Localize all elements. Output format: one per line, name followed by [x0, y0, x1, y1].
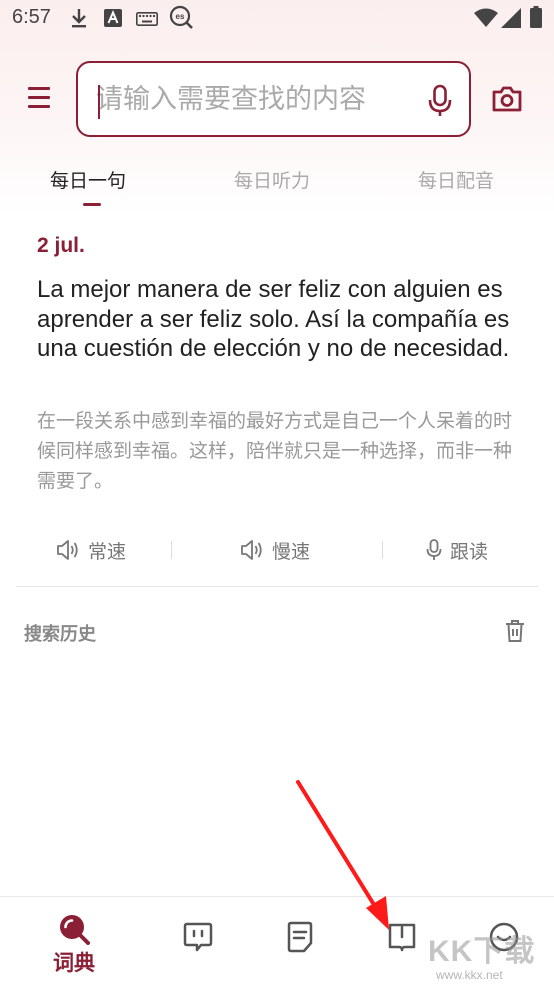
menu-icon-bar-bottom	[28, 105, 50, 108]
tab-daily-listening[interactable]: 每日听力	[234, 166, 310, 193]
menu-button[interactable]	[26, 84, 54, 112]
section-divider	[16, 586, 538, 587]
tab-daily-dubbing[interactable]: 每日配音	[418, 166, 494, 193]
text-a-icon	[104, 9, 122, 27]
read-along-label: 跟读	[450, 540, 489, 563]
nav-notes[interactable]	[260, 897, 340, 984]
keyboard-icon	[136, 12, 158, 26]
menu-icon-bar-top	[28, 87, 50, 90]
camera-icon[interactable]	[491, 85, 523, 113]
speaker-icon	[241, 540, 262, 560]
document-icon	[287, 921, 313, 953]
daily-sentence-chinese: 在一段关系中感到幸福的最好方式是自己一个人呆着的时候同样感到幸福。这样，陪伴就只…	[37, 410, 513, 492]
active-tab-indicator	[83, 203, 101, 206]
svg-text:es: es	[176, 12, 185, 21]
daily-date: 2 jul.	[37, 234, 85, 257]
nav-chat[interactable]	[158, 897, 238, 984]
speaker-icon	[57, 540, 78, 560]
action-separator	[171, 541, 172, 559]
nav-reading[interactable]	[362, 897, 442, 984]
text-cursor	[98, 85, 100, 119]
wifi-icon	[474, 8, 498, 27]
es-search-icon: es	[169, 5, 193, 29]
search-history-title: 搜索历史	[24, 624, 96, 645]
book-icon	[388, 923, 416, 952]
mic-icon	[426, 539, 442, 560]
mic-icon[interactable]	[427, 84, 453, 118]
search-box[interactable]	[76, 61, 471, 137]
bottom-navigation: 词典	[0, 896, 554, 984]
trash-icon[interactable]	[504, 619, 526, 643]
tab-bar: 每日一句 每日听力 每日配音	[0, 162, 554, 208]
nav-dictionary-label: 词典	[53, 951, 95, 975]
search-input[interactable]	[96, 77, 396, 121]
daily-sentence-spanish: La mejor manera de ser feliz con alguien…	[37, 276, 510, 362]
playback-actions: 常速 慢速 跟读	[0, 530, 554, 570]
status-time: 6:57	[12, 6, 51, 28]
nav-profile[interactable]	[464, 897, 544, 984]
dictionary-search-icon	[60, 915, 90, 945]
action-separator	[382, 541, 383, 559]
slow-speed-button[interactable]: 慢速	[240, 530, 310, 570]
slow-speed-label: 慢速	[272, 540, 311, 563]
chat-bubble-icon	[183, 922, 213, 952]
read-along-button[interactable]: 跟读	[426, 530, 488, 570]
normal-speed-label: 常速	[88, 540, 127, 563]
tab-daily-sentence[interactable]: 每日一句	[50, 166, 126, 193]
status-bar: 6:57 es	[0, 0, 554, 36]
battery-icon	[530, 6, 542, 28]
normal-speed-button[interactable]: 常速	[56, 530, 126, 570]
profile-icon	[489, 922, 519, 952]
nav-dictionary[interactable]: 词典	[34, 897, 114, 984]
signal-icon	[501, 8, 521, 28]
download-icon	[72, 9, 86, 28]
menu-icon-bar-middle	[28, 96, 50, 99]
